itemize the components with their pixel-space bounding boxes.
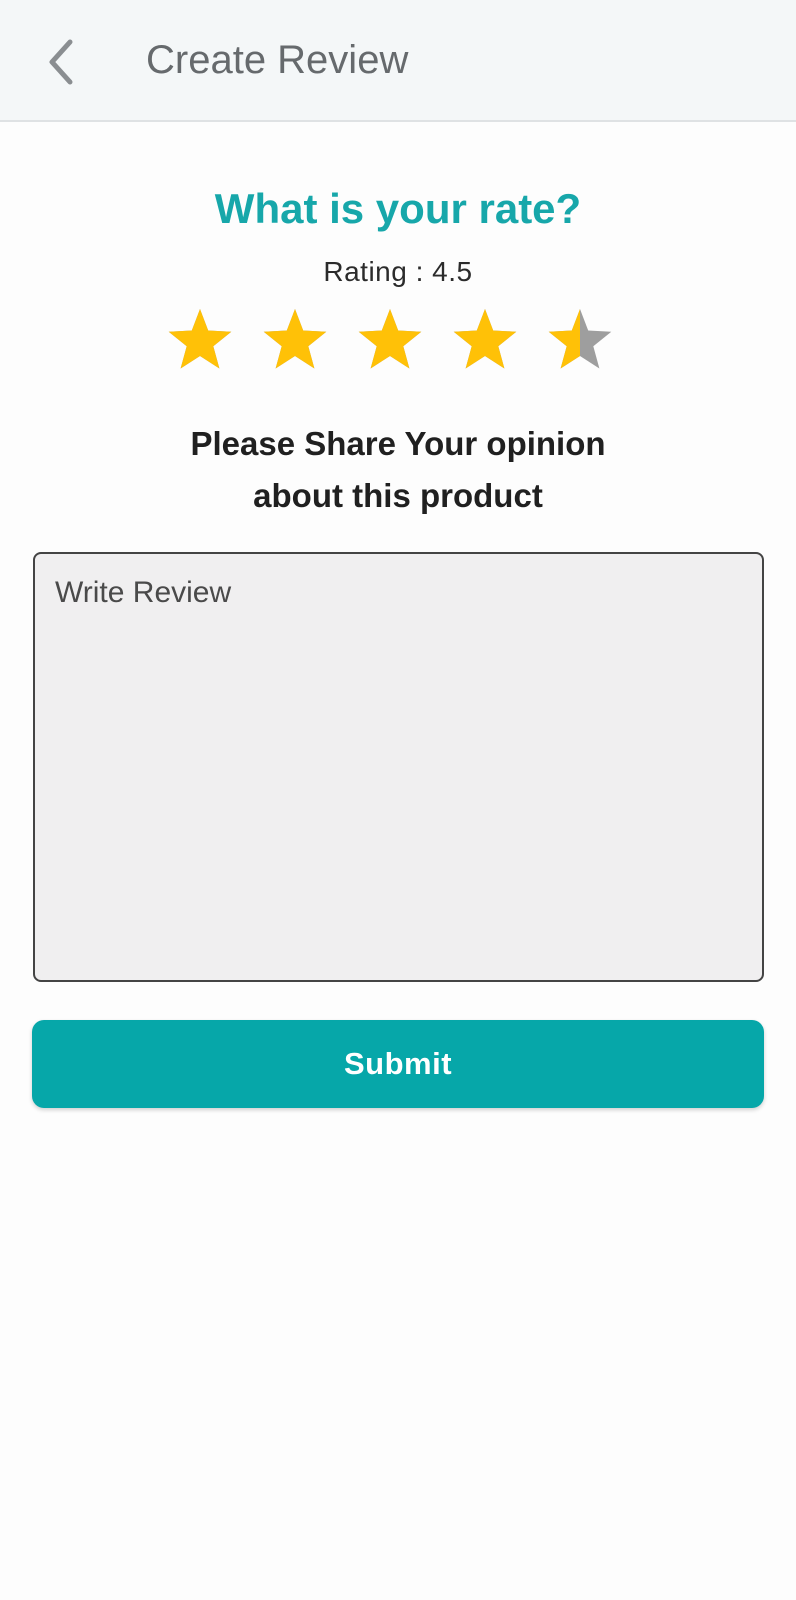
review-prompt-line-1: Please Share Your opinion [190, 425, 606, 462]
review-prompt-line-2: about this product [253, 477, 543, 514]
submit-button[interactable]: Submit [32, 1020, 764, 1108]
page-title: Create Review [146, 38, 409, 82]
star-icon [263, 309, 327, 369]
back-button[interactable] [30, 30, 90, 90]
app-bar: Create Review [0, 0, 796, 122]
star-icon [358, 309, 422, 369]
review-textarea[interactable] [33, 552, 764, 982]
chevron-left-icon [49, 39, 73, 85]
star-2[interactable] [260, 306, 330, 376]
star-rating[interactable] [0, 306, 796, 376]
star-1[interactable] [165, 306, 235, 376]
rating-value-label: Rating : 4.5 [323, 256, 473, 287]
star-4[interactable] [450, 306, 520, 376]
star-5[interactable] [545, 306, 615, 376]
star-icon [548, 309, 612, 369]
rating-question: What is your rate? [214, 185, 582, 232]
star-3[interactable] [355, 306, 425, 376]
review-prompt: Please Share Your opinion about this pro… [0, 418, 796, 522]
star-icon [453, 309, 517, 369]
star-icon [168, 309, 232, 369]
